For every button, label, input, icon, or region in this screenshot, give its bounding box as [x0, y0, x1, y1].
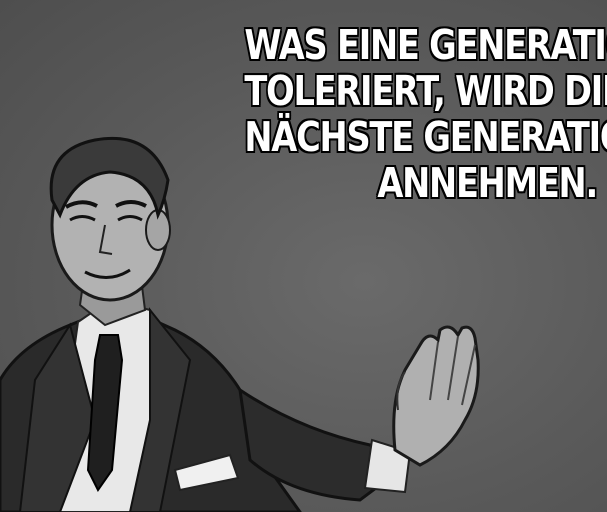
meme-caption: WAS EINE GENERATION TOLERIERT, WIRD DIE …	[244, 21, 607, 207]
meme-image: WAS EINE GENERATION TOLERIERT, WIRD DIE …	[0, 0, 607, 512]
raised-hand	[392, 325, 480, 467]
caption-line-4: ANNEHMEN.	[377, 159, 598, 207]
caption-line-2: TOLERIERT, WIRD DIE	[244, 67, 607, 115]
caption-line-1: WAS EINE GENERATION	[244, 21, 607, 69]
caption-line-3: NÄCHSTE GENERATION	[244, 113, 607, 161]
